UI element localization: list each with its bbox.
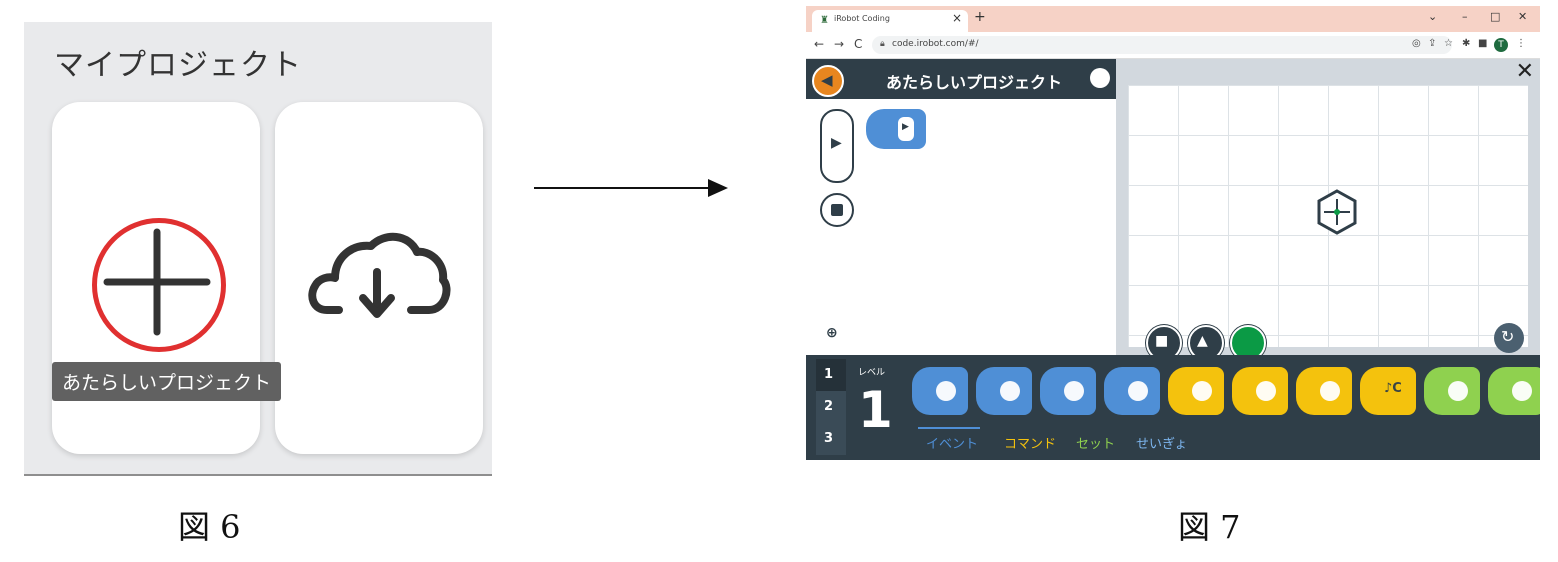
simulator-grid: ■ ▲ ↻ xyxy=(1128,85,1528,361)
highlight-circle xyxy=(92,218,226,352)
rotate-left-icon xyxy=(1256,381,1276,401)
new-project-card[interactable] xyxy=(52,102,260,454)
block-palette: ♪C xyxy=(912,367,1540,423)
when-start-block[interactable]: ▶ xyxy=(866,109,926,149)
rotate-right-icon xyxy=(1320,381,1340,401)
bump-sensor-icon xyxy=(1000,381,1020,401)
coding-app: ◀ あたらしいプロジェクト ▶ ⊕ ▶ ✕ ■ ▲ ↻ 1 2 3 レベル 1 … xyxy=(806,59,1540,460)
reset-button[interactable]: ↻ xyxy=(1494,323,1524,353)
right-arrow-icon xyxy=(534,179,728,197)
block-palette-bar: 1 2 3 レベル 1 ♪C イベント コマンド セット せいぎょ xyxy=(806,355,1540,460)
project-header: ◀ あたらしいプロジェクト xyxy=(806,59,1116,99)
play-note-icon: ♪C xyxy=(1384,381,1402,396)
camera-icon: ■ xyxy=(1155,333,1169,349)
palette-block-light-sensor[interactable] xyxy=(1040,367,1096,415)
irobot-favicon-icon: ♜ xyxy=(820,15,829,26)
category-command-tab[interactable]: コマンド xyxy=(1004,433,1056,452)
start-flag-icon: ▶ xyxy=(898,117,914,141)
move-icon xyxy=(1192,381,1212,401)
level-label: レベル xyxy=(858,368,886,378)
active-category-underline xyxy=(918,427,980,429)
tab-search-chevron-icon[interactable]: ⌄ xyxy=(1428,10,1437,23)
palette-block-set-pen[interactable] xyxy=(1488,367,1540,415)
turtle-icon: ▲ xyxy=(1197,333,1208,349)
category-control-tab[interactable]: せいぎょ xyxy=(1136,433,1187,452)
palette-block-play-note[interactable]: ♪C xyxy=(1360,367,1416,415)
set-pen-icon xyxy=(1512,381,1532,401)
address-bar[interactable]: 🔒︎ code.irobot.com/#/ xyxy=(872,36,1452,54)
level-tab-3[interactable]: 3 xyxy=(816,423,846,455)
stop-button[interactable] xyxy=(820,193,854,227)
my-projects-heading: マイプロジェクト xyxy=(54,48,302,83)
figure-7-caption: 図 7 xyxy=(1178,508,1241,546)
play-button[interactable]: ▶ xyxy=(820,109,854,183)
stop-icon xyxy=(831,204,843,216)
palette-block-rotate-right[interactable] xyxy=(1296,367,1352,415)
simulator-panel: ✕ ■ ▲ ↻ xyxy=(1116,59,1540,361)
figure-6-caption: 図 6 xyxy=(178,508,241,546)
irobot-coding-screenshot: ♜ iRobot Coding × + ⌄ – □ ✕ ← → C 🔒︎ cod… xyxy=(806,6,1540,460)
lock-icon: 🔒︎ xyxy=(880,39,885,49)
robot-connect-button[interactable] xyxy=(1090,68,1110,88)
palette-block-set-lights[interactable] xyxy=(1424,367,1480,415)
bookmark-star-icon[interactable]: ☆ xyxy=(1444,38,1453,49)
palette-block-move[interactable] xyxy=(1168,367,1224,415)
palette-block-bump-sensor[interactable] xyxy=(976,367,1032,415)
extensions-icon[interactable]: ✱ xyxy=(1462,38,1470,49)
level-tab-2[interactable]: 2 xyxy=(816,391,846,423)
back-button[interactable]: ◀ xyxy=(812,65,844,97)
minimize-icon[interactable]: – xyxy=(1462,10,1468,23)
level-tab-1[interactable]: 1 xyxy=(816,359,846,391)
share-icon[interactable]: ⇪ xyxy=(1428,38,1436,49)
my-projects-panel: マイプロジェクト あたらしいプロジェクト xyxy=(24,22,492,476)
side-panel-icon[interactable]: ■ xyxy=(1478,38,1487,49)
tab-close-icon[interactable]: × xyxy=(952,11,962,25)
browser-tab-bar: ♜ iRobot Coding × + ⌄ – □ ✕ xyxy=(806,6,1540,32)
url-text: code.irobot.com/#/ xyxy=(892,39,979,49)
touch-sensor-icon xyxy=(1128,381,1148,401)
browser-tab[interactable]: ♜ iRobot Coding × xyxy=(812,10,968,32)
reset-icon: ↻ xyxy=(1501,327,1515,346)
level-number: 1 xyxy=(858,381,893,439)
category-set-tab[interactable]: セット xyxy=(1076,433,1115,452)
palette-block-touch-sensor[interactable] xyxy=(1104,367,1160,415)
zoom-in-icon[interactable]: ⊕ xyxy=(826,325,838,341)
new-project-tooltip: あたらしいプロジェクト xyxy=(52,362,282,401)
window-close-icon[interactable]: ✕ xyxy=(1518,10,1527,23)
browser-menu-icon[interactable]: ⋮ xyxy=(1516,38,1526,49)
project-title[interactable]: あたらしいプロジェクト xyxy=(886,69,1062,93)
forward-nav-icon[interactable]: → xyxy=(834,37,844,51)
light-sensor-icon xyxy=(1064,381,1084,401)
set-lights-icon xyxy=(1448,381,1468,401)
browser-toolbar: ← → C 🔒︎ code.irobot.com/#/ ◎ ⇪ ☆ ✱ ■ T … xyxy=(806,32,1540,59)
start-icon xyxy=(936,381,956,401)
new-tab-icon[interactable]: + xyxy=(974,9,986,25)
play-icon: ▶ xyxy=(831,135,842,151)
palette-block-rotate-left[interactable] xyxy=(1232,367,1288,415)
tab-title: iRobot Coding xyxy=(834,14,890,23)
back-arrow-icon: ◀ xyxy=(821,71,833,89)
import-project-card[interactable] xyxy=(275,102,483,454)
simulator-close-icon[interactable]: ✕ xyxy=(1516,59,1534,84)
cloud-download-icon xyxy=(308,233,451,318)
category-event-tab[interactable]: イベント xyxy=(926,433,978,452)
profile-avatar[interactable]: T xyxy=(1494,38,1508,52)
google-lens-icon[interactable]: ◎ xyxy=(1412,38,1421,49)
back-nav-icon[interactable]: ← xyxy=(814,37,824,51)
reload-icon[interactable]: C xyxy=(854,37,862,51)
palette-block-start[interactable] xyxy=(912,367,968,415)
maximize-icon[interactable]: □ xyxy=(1490,10,1500,23)
robot-icon[interactable] xyxy=(1314,189,1360,235)
